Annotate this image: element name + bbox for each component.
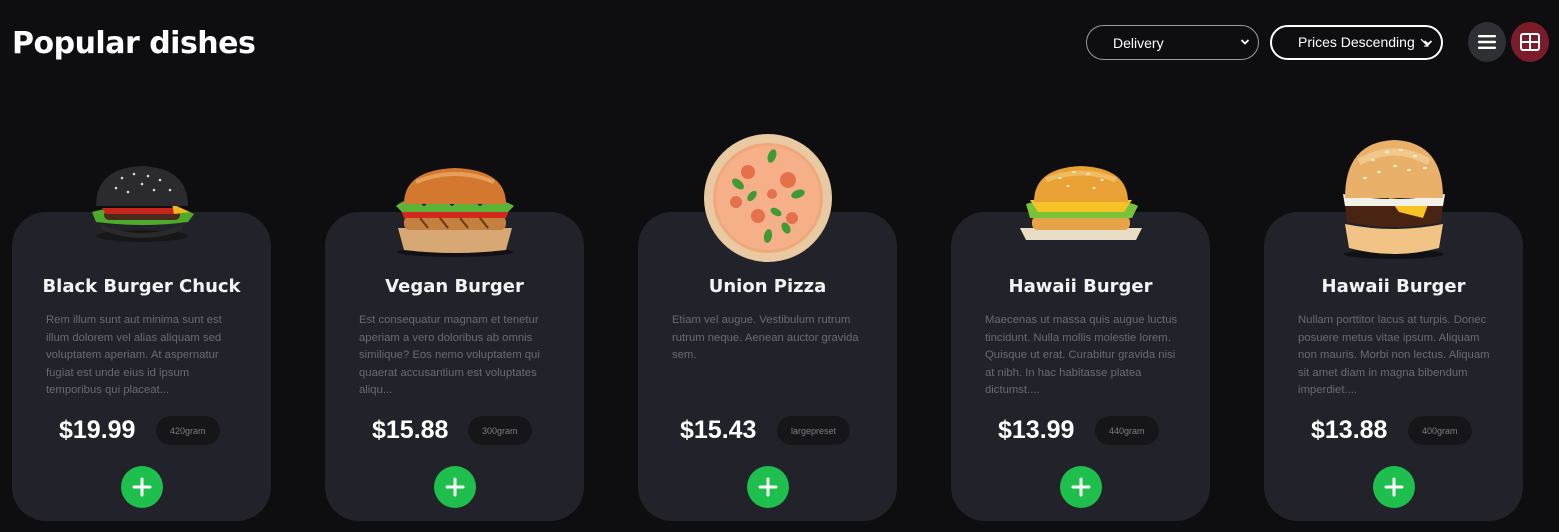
dish-card: Hawaii Burger Maecenas ut massa quis aug… [951, 166, 1210, 521]
sort-select[interactable]: Prices Descending ↘ [1270, 25, 1443, 60]
delivery-select-value: Delivery [1113, 34, 1164, 51]
dish-weight-badge: 440gram [1095, 416, 1159, 445]
plus-icon [1384, 477, 1403, 497]
list-icon [1478, 35, 1496, 49]
dish-price: $15.43 [680, 416, 757, 444]
dish-description: Est consequatur magnam et tenetur aperia… [359, 314, 540, 396]
cheese-burger-image [1019, 166, 1142, 240]
dish-description: Rem illum sunt aut minima sunt est illum… [46, 314, 222, 396]
chevron-down-icon [1240, 39, 1250, 45]
dish-price: $13.88 [1311, 416, 1388, 444]
dish-price: $13.99 [998, 416, 1075, 444]
dish-card: Hawaii Burger Nullam porttitor lacus at … [1264, 140, 1523, 521]
plus-icon [1071, 477, 1090, 497]
dish-name: Hawaii Burger [1008, 276, 1153, 297]
dish-card: Black Burger Chuck Rem illum sunt aut mi… [12, 166, 271, 521]
add-to-cart-button[interactable] [1372, 466, 1415, 508]
page-title: Popular dishes [12, 26, 256, 61]
add-to-cart-button[interactable] [1059, 466, 1102, 508]
dish-description: Maecenas ut massa quis augue luctus tinc… [985, 314, 1178, 396]
plus-icon [445, 477, 464, 497]
sort-select-value: Prices Descending ↘ [1298, 34, 1431, 50]
plus-icon [758, 477, 777, 497]
grid-view-button[interactable] [1511, 22, 1549, 62]
black-burger-image [91, 166, 194, 242]
dish-card: Vegan Burger Est consequatur magnam et t… [325, 168, 584, 521]
dish-price: $19.99 [59, 416, 136, 444]
plus-icon [132, 477, 151, 497]
dish-weight-badge: 300gram [468, 416, 532, 445]
list-view-button[interactable] [1468, 22, 1506, 62]
dish-price: $15.88 [372, 416, 449, 444]
add-to-cart-button[interactable] [433, 466, 476, 508]
add-to-cart-button[interactable] [120, 466, 163, 508]
dish-weight-badge: 420gram [156, 416, 220, 445]
dish-name: Hawaii Burger [1321, 276, 1466, 297]
dish-description: Nullam porttitor lacus at turpis. Donec … [1298, 314, 1490, 396]
dish-name: Union Pizza [708, 276, 827, 297]
dish-weight-badge: largepreset [777, 416, 851, 445]
classic-burger-image [1342, 140, 1445, 259]
delivery-select[interactable]: Delivery [1086, 25, 1259, 60]
add-to-cart-button[interactable] [746, 466, 789, 508]
chevron-down-icon [1423, 40, 1433, 46]
dish-name: Vegan Burger [385, 276, 524, 297]
dish-card: Union Pizza Etiam vel augue. Vestibulum … [638, 134, 897, 521]
dish-name: Black Burger Chuck [42, 276, 241, 297]
dish-weight-badge: 400gram [1408, 416, 1472, 445]
pizza-image [703, 134, 832, 262]
grid-icon [1520, 33, 1540, 51]
dish-description: Etiam vel augue. Vestibulum rutrum rutru… [672, 314, 859, 361]
vegan-burger-image [395, 168, 514, 257]
